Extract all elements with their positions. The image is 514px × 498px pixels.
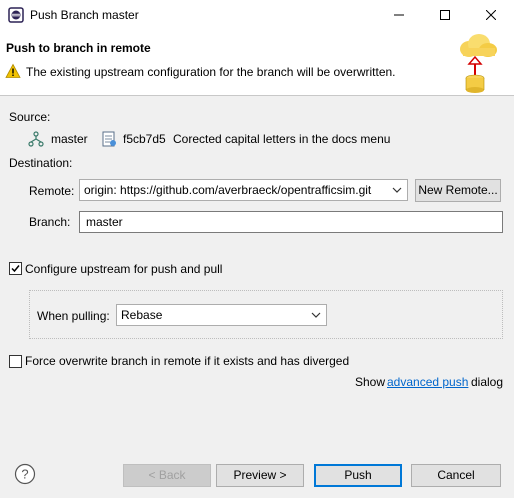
preview-button[interactable]: Preview >	[216, 464, 304, 487]
close-button[interactable]	[468, 0, 514, 30]
branch-icon	[28, 131, 44, 147]
configure-upstream-label[interactable]: Configure upstream for push and pull	[25, 262, 222, 276]
close-icon	[486, 10, 496, 20]
remote-combo[interactable]: origin: https://github.com/averbraeck/op…	[79, 179, 408, 201]
maximize-button[interactable]	[422, 0, 468, 30]
advanced-push-link[interactable]: advanced push	[387, 375, 468, 389]
advanced-push-suffix: dialog	[471, 375, 504, 389]
advanced-push-prefix: Show	[355, 375, 386, 389]
when-pulling-label: When pulling:	[37, 309, 110, 323]
svg-text:?: ?	[21, 467, 28, 482]
branch-label: Branch:	[29, 215, 71, 229]
minimize-icon	[394, 14, 404, 16]
configure-upstream-checkbox[interactable]	[9, 262, 22, 275]
banner-message: The existing upstream configuration for …	[26, 65, 396, 79]
commit-id: f5cb7d5	[123, 132, 166, 146]
minimize-button[interactable]	[376, 0, 422, 30]
banner-title: Push to branch in remote	[6, 41, 151, 55]
remote-value: origin: https://github.com/averbraeck/op…	[84, 183, 372, 197]
help-icon[interactable]: ?	[14, 463, 36, 485]
remote-label: Remote:	[29, 184, 75, 198]
when-pulling-combo[interactable]: Rebase	[116, 304, 327, 326]
wizard-banner: Push to branch in remote The existing up…	[0, 30, 514, 96]
window-title: Push Branch master	[30, 8, 139, 22]
commit-icon	[102, 131, 116, 147]
source-branch: master	[51, 132, 88, 146]
maximize-icon	[440, 10, 450, 20]
back-button[interactable]: < Back	[123, 464, 211, 487]
force-overwrite-label[interactable]: Force overwrite branch in remote if it e…	[25, 354, 349, 368]
title-bar: Push Branch master	[0, 0, 514, 30]
new-remote-button[interactable]: New Remote...	[415, 179, 501, 202]
warning-icon	[5, 63, 21, 78]
destination-label: Destination:	[9, 156, 73, 170]
commit-message: Corected capital letters in the docs men…	[173, 132, 391, 146]
when-pulling-value: Rebase	[121, 308, 163, 322]
cancel-button[interactable]: Cancel	[411, 464, 501, 487]
branch-field[interactable]: master	[79, 211, 503, 233]
check-icon	[11, 265, 20, 273]
push-to-cloud-icon	[460, 34, 497, 93]
push-button[interactable]: Push	[314, 464, 402, 487]
chevron-down-icon	[392, 187, 402, 193]
source-label: Source:	[9, 110, 51, 124]
chevron-down-icon	[311, 312, 321, 318]
eclipse-icon	[8, 7, 24, 23]
dialog-content: Source: master f5cb7d5 Corected capital …	[0, 96, 514, 498]
force-overwrite-checkbox[interactable]	[9, 355, 22, 368]
